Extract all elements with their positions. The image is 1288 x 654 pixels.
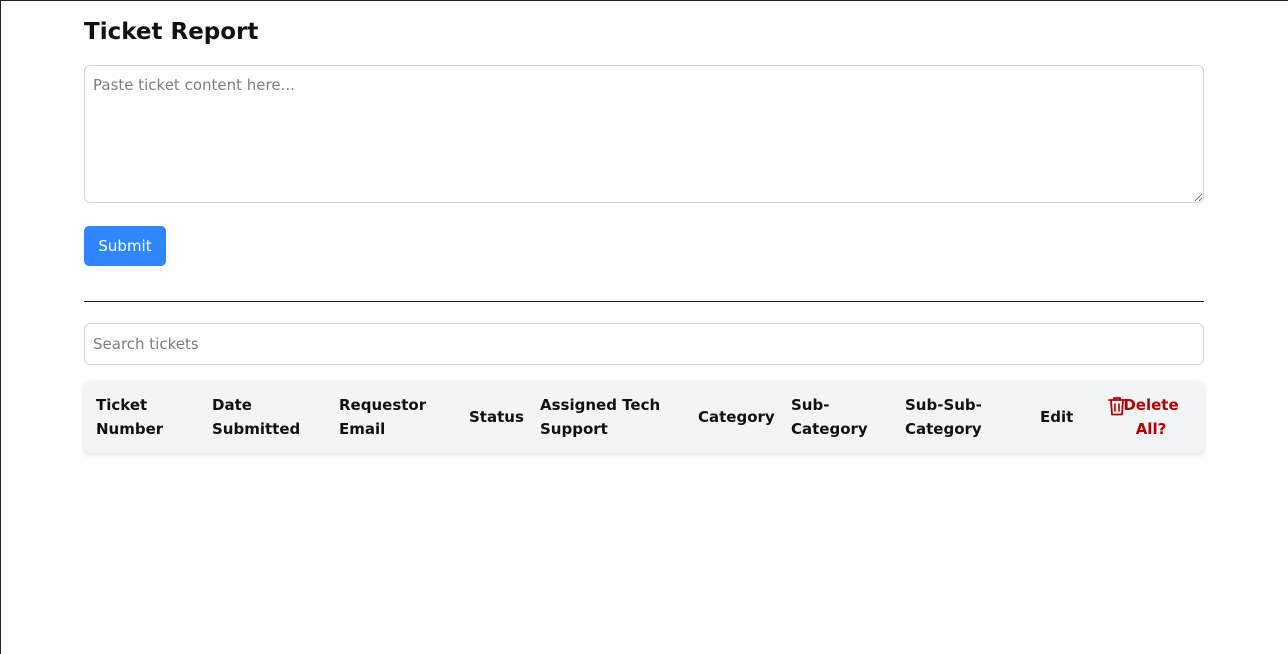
column-header-category[interactable]: Category bbox=[698, 381, 782, 453]
column-header-label: Date Submitted bbox=[212, 396, 301, 438]
column-header-ticket-number[interactable]: Ticket Number bbox=[96, 381, 188, 453]
column-header-sub-sub-category[interactable]: Sub-Sub-Category bbox=[905, 381, 1001, 453]
column-header-label: Category bbox=[698, 408, 775, 426]
page-title: Ticket Report bbox=[84, 19, 259, 45]
column-header-label: Requestor Email bbox=[339, 396, 427, 438]
column-header-label: Assigned Tech Support bbox=[540, 396, 661, 438]
column-header-label: Status bbox=[469, 408, 524, 426]
section-divider bbox=[84, 301, 1204, 302]
submit-button[interactable]: Submit bbox=[84, 226, 166, 266]
column-header-status[interactable]: Status bbox=[469, 381, 529, 453]
column-header-sub-category[interactable]: Sub-Category bbox=[791, 381, 875, 453]
trash-icon bbox=[1108, 397, 1126, 416]
column-header-label: Ticket Number bbox=[96, 396, 164, 438]
search-input[interactable] bbox=[84, 323, 1204, 365]
column-header-requestor-email[interactable]: Requestor Email bbox=[339, 381, 447, 453]
column-header-date-submitted[interactable]: Date Submitted bbox=[212, 381, 320, 453]
column-header-label: Sub-Sub-Category bbox=[905, 396, 982, 438]
column-header-label: Edit bbox=[1040, 408, 1074, 426]
column-header-edit: Edit bbox=[1040, 381, 1090, 453]
ticket-table-header: Ticket Number Date Submitted Requestor E… bbox=[84, 381, 1204, 453]
ticket-content-textarea[interactable] bbox=[84, 65, 1204, 203]
column-header-assigned-tech[interactable]: Assigned Tech Support bbox=[540, 381, 668, 453]
column-header-label: Sub-Category bbox=[791, 396, 868, 438]
delete-all-button[interactable]: Delete All? bbox=[1106, 381, 1198, 453]
